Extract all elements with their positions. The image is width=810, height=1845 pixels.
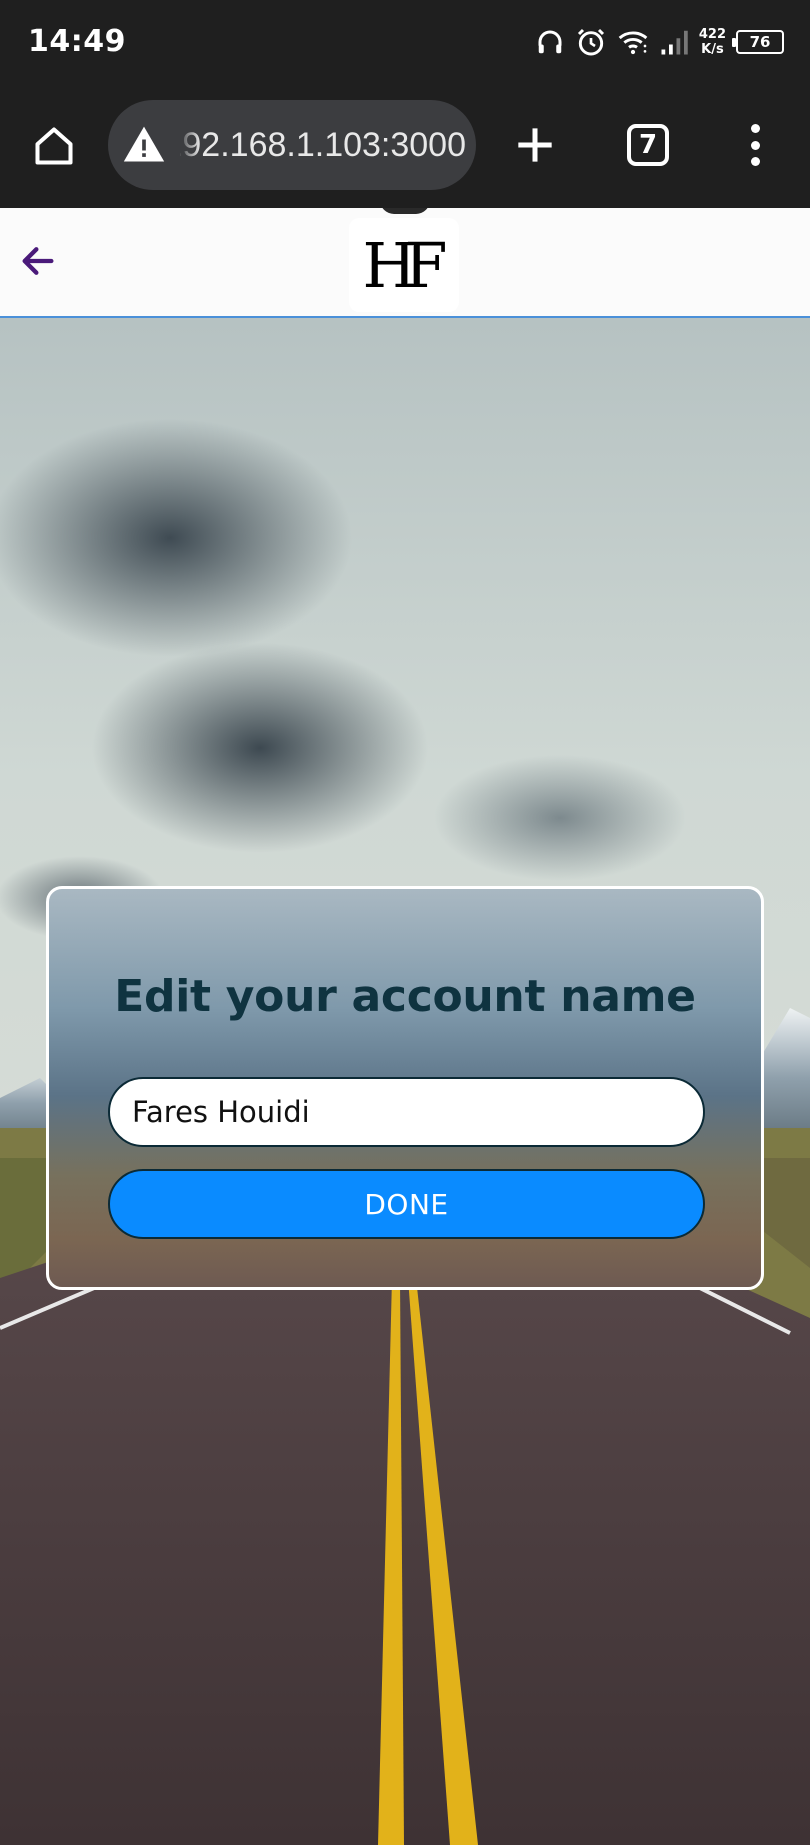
menu-dot <box>750 157 760 166</box>
status-bar: 14:49 422 K/s 76 <box>0 0 810 84</box>
signal-icon <box>661 30 688 55</box>
battery-icon: 76 <box>732 30 784 54</box>
net-speed-value: 422 <box>698 27 726 42</box>
edit-name-dialog: Edit your account name DONE <box>46 886 764 1290</box>
menu-dot <box>750 140 760 150</box>
wifi-icon <box>618 31 648 55</box>
done-button[interactable]: DONE <box>108 1169 705 1239</box>
net-speed-unit: K/s <box>701 42 724 57</box>
logo[interactable]: HF <box>349 218 459 312</box>
status-icons: 422 K/s 76 <box>535 22 784 62</box>
plus-icon[interactable] <box>510 120 560 170</box>
alarm-icon <box>577 28 604 56</box>
address-bar[interactable]: 192.168.1.103:3000 <box>108 100 476 190</box>
status-time: 14:49 <box>28 24 126 59</box>
app-header: HF <box>0 208 810 318</box>
battery-level: 76 <box>749 33 771 51</box>
url-text: 192.168.1.103:3000 <box>180 126 466 164</box>
account-name-input[interactable] <box>108 1077 705 1147</box>
headphones-icon <box>538 30 562 54</box>
url-fade <box>178 100 200 190</box>
net-speed: 422 K/s <box>699 27 726 57</box>
browser-toolbar: 192.168.1.103:3000 7 <box>0 84 810 208</box>
home-button[interactable] <box>30 122 78 170</box>
warning-icon[interactable] <box>122 123 166 167</box>
tab-switcher-button[interactable]: 7 <box>627 124 669 166</box>
menu-dot <box>750 124 760 133</box>
arrow-back-icon[interactable] <box>18 241 58 281</box>
web-page: HF Edit your account name Fares Houidi D… <box>0 208 810 1845</box>
tab-count: 7 <box>638 130 658 160</box>
more-vert-icon[interactable] <box>740 120 770 170</box>
dialog-title: Edit your account name <box>114 971 696 1022</box>
home-icon <box>35 127 73 165</box>
